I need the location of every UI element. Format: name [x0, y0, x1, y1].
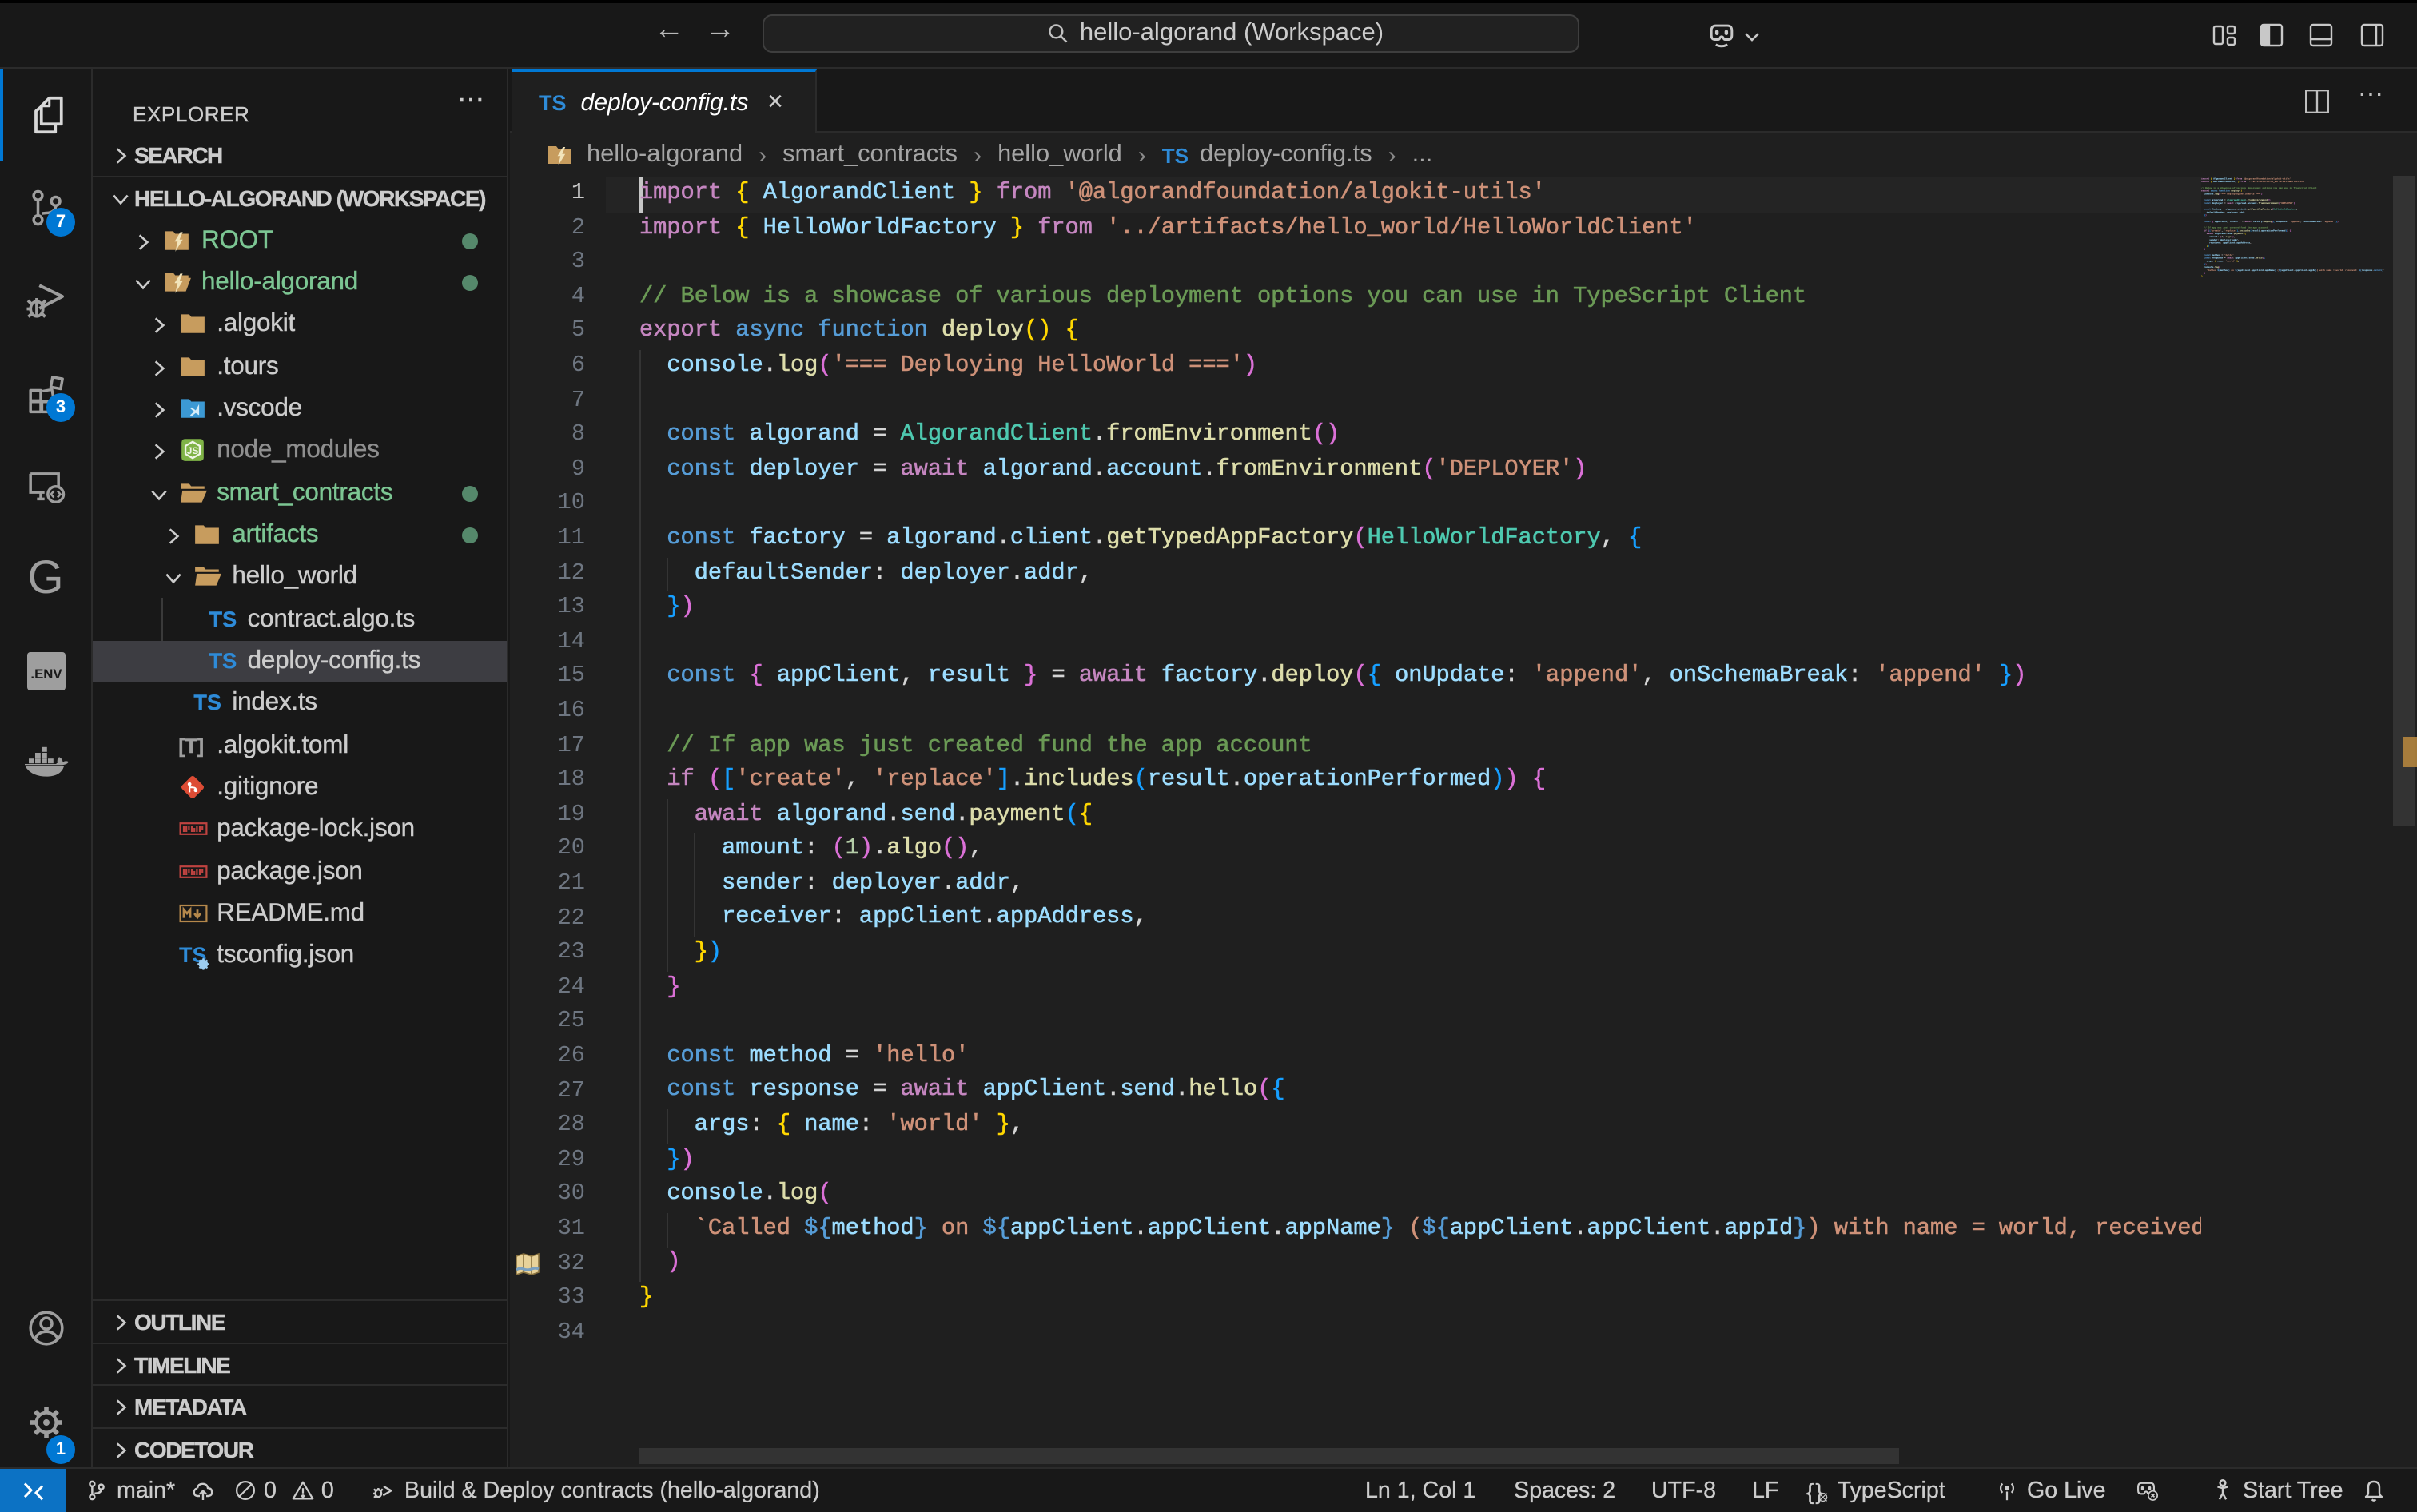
- svg-text:.ENV: .ENV: [30, 666, 62, 682]
- svg-text:JS: JS: [186, 445, 198, 456]
